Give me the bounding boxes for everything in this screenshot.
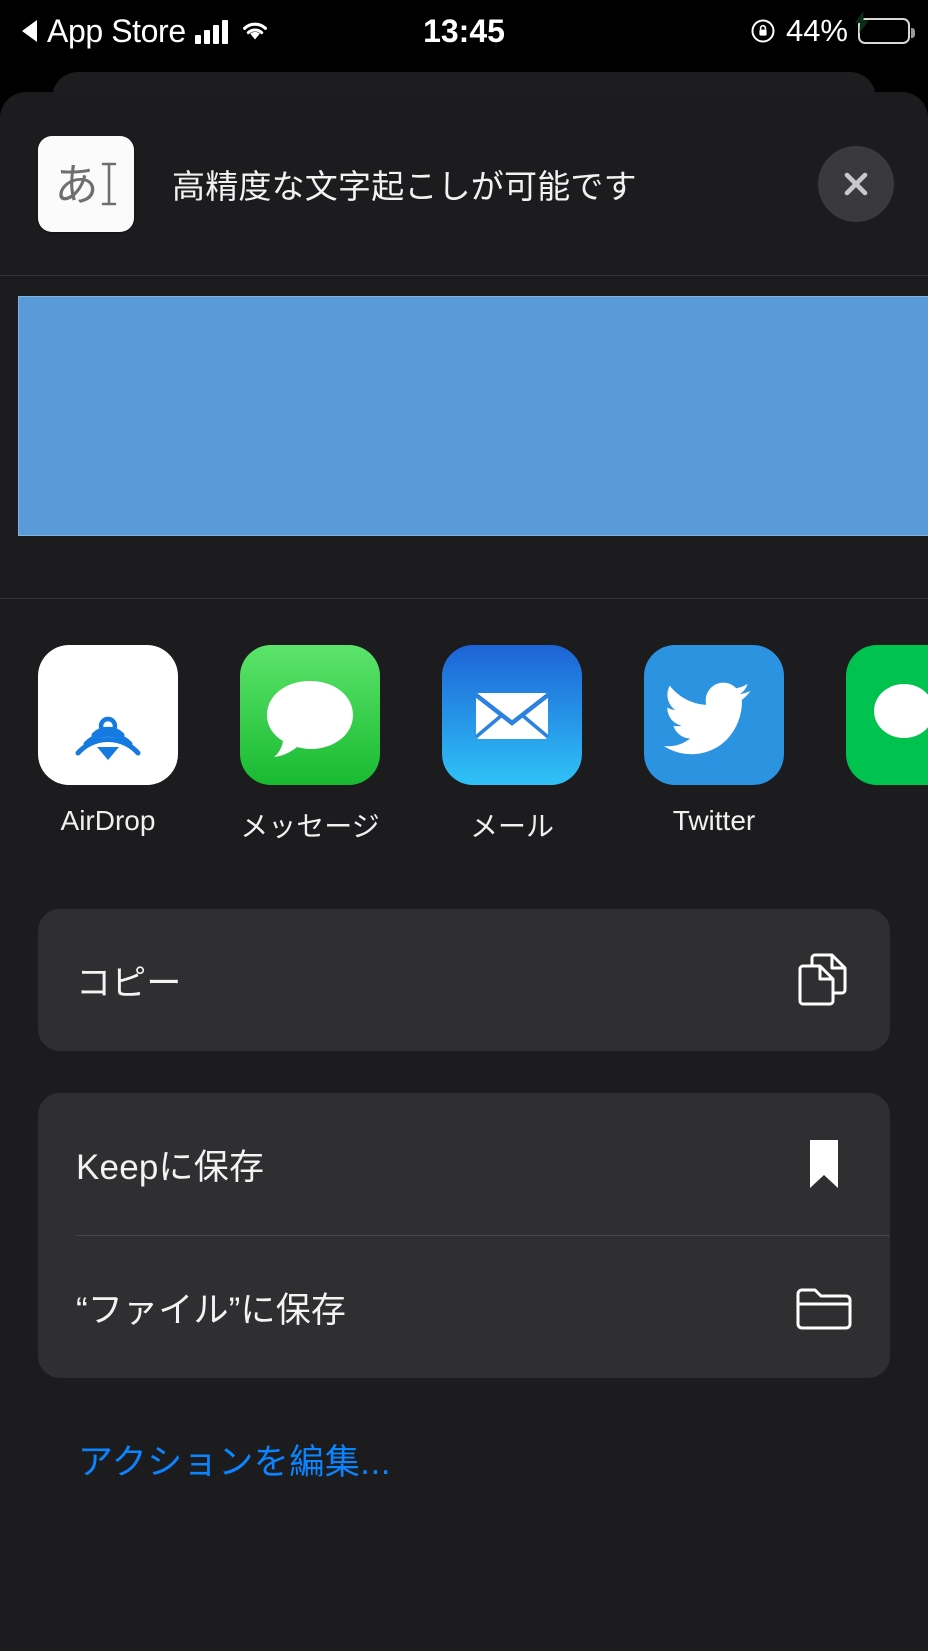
action-label: コピー [76,963,182,1003]
share-target-label: メッセージ [240,811,380,842]
line-icon [846,645,928,785]
preview-area [0,276,928,598]
folder-icon [794,1277,854,1337]
iphone-screen: App Store 13:45 44% あ 高精度な文字起こしが可能です Air… [0,0,928,1651]
close-button[interactable] [818,145,894,222]
battery-charging-icon [855,11,915,44]
airdrop-icon [38,645,178,785]
action-row-copy[interactable]: コピー [38,909,890,1051]
action-card-copy: コピー [38,909,890,1051]
japanese-text-recognition-icon: あ [38,135,134,232]
share-target-line[interactable] [846,645,928,805]
share-target-mail[interactable]: メール [442,645,582,845]
share-target-label: メール [469,811,554,842]
action-card-save: Keepに保存 “ファイル”に保存 [38,1093,890,1378]
share-target-label: AirDrop [60,805,156,836]
action-row-save-to-keep[interactable]: Keepに保存 [38,1093,890,1235]
bookmark-icon [794,1134,854,1194]
share-target-label: Twitter [672,805,756,836]
share-sheet-title: 高精度な文字起こしが可能です [172,167,637,205]
action-label: Keepに保存 [76,1147,265,1187]
twitter-icon [644,645,784,785]
app-icon-kana-glyph: あ [54,159,99,211]
status-bar-right: 44% [750,0,915,62]
i-beam-cursor-icon [101,162,116,205]
edit-actions-button[interactable]: アクションを編集... [78,1434,928,1485]
share-target-airdrop[interactable]: AirDrop [38,645,178,837]
close-icon [844,172,868,195]
share-target-messages[interactable]: メッセージ [240,645,380,845]
share-sheet: あ 高精度な文字起こしが可能です AirDrop メッセージ メール Twitt… [0,92,928,1651]
mail-icon [442,645,582,785]
action-row-save-to-files[interactable]: “ファイル”に保存 [38,1236,890,1378]
action-label: “ファイル”に保存 [76,1290,347,1330]
shared-image-preview[interactable] [18,296,928,536]
status-bar: App Store 13:45 44% [0,0,928,62]
rotation-lock-icon [750,18,776,44]
share-target-twitter[interactable]: Twitter [644,645,784,837]
battery-percentage-label: 44% [785,13,848,48]
copy-documents-icon [794,950,854,1010]
share-sheet-header: あ 高精度な文字起こしが可能です [0,92,928,275]
messages-icon [240,645,380,785]
share-targets-row[interactable]: AirDrop メッセージ メール Twitter [0,599,928,871]
